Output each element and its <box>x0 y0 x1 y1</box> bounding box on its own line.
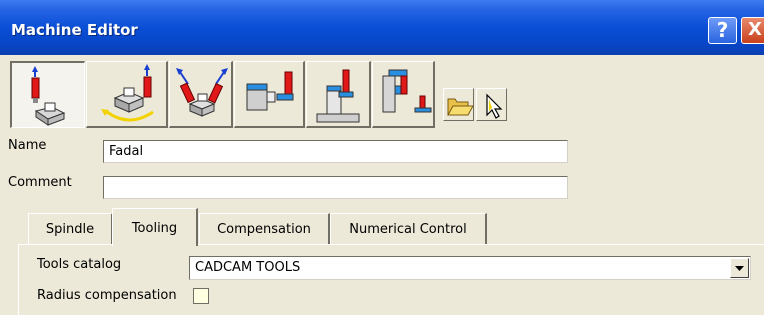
machine-turret-button[interactable] <box>372 61 435 128</box>
name-field-value: Fadal <box>109 144 144 159</box>
tab-numerical-control-label: Numerical Control <box>349 222 467 237</box>
name-label: Name <box>8 138 47 153</box>
tools-catalog-select[interactable]: CADCAM TOOLS <box>189 256 751 280</box>
machine-3axis-button[interactable] <box>10 61 85 128</box>
machine-horizontal-spindle-button[interactable] <box>234 61 305 128</box>
machine-5axis-icon <box>176 68 228 117</box>
open-file-button[interactable] <box>443 88 474 121</box>
machine-vertical-spindle-icon <box>316 69 360 123</box>
radius-compensation-label: Radius compensation <box>37 288 177 303</box>
tools-catalog-label: Tools catalog <box>37 257 122 272</box>
tools-catalog-value: CADCAM TOOLS <box>195 260 301 275</box>
tab-spindle-label: Spindle <box>45 222 95 237</box>
machine-horizontal-spindle-icon <box>246 71 294 111</box>
tab-numerical-control[interactable]: Numerical Control <box>330 213 487 244</box>
machine-vertical-spindle-button[interactable] <box>306 61 371 128</box>
machine-3axis-icon <box>31 66 66 126</box>
tab-compensation-label: Compensation <box>217 222 311 237</box>
close-icon: X <box>748 19 762 40</box>
window-title-bar[interactable]: Machine Editor ? X <box>0 0 764 55</box>
tools-catalog-dropdown-button[interactable] <box>730 258 749 278</box>
close-button[interactable]: X <box>741 17 764 44</box>
tab-compensation[interactable]: Compensation <box>199 213 330 244</box>
machine-rotary-table-icon <box>101 64 154 122</box>
tab-tooling[interactable]: Tooling <box>112 208 198 246</box>
comment-label: Comment <box>8 175 72 190</box>
help-icon: ? <box>716 18 729 42</box>
machine-rotary-table-button[interactable] <box>86 61 168 128</box>
name-field[interactable]: Fadal <box>103 140 568 163</box>
help-button[interactable]: ? <box>708 17 737 44</box>
chevron-down-icon <box>735 266 744 271</box>
select-pointer-icon <box>486 93 503 119</box>
machine-turret-icon <box>382 69 432 113</box>
window-title: Machine Editor <box>11 21 138 39</box>
tab-tooling-label: Tooling <box>131 221 178 236</box>
comment-field[interactable] <box>103 176 568 199</box>
tab-spindle[interactable]: Spindle <box>28 213 113 244</box>
machine-5axis-button[interactable] <box>169 61 233 128</box>
radius-compensation-checkbox[interactable] <box>193 288 209 304</box>
select-button[interactable] <box>476 88 507 121</box>
open-folder-icon <box>447 98 474 116</box>
